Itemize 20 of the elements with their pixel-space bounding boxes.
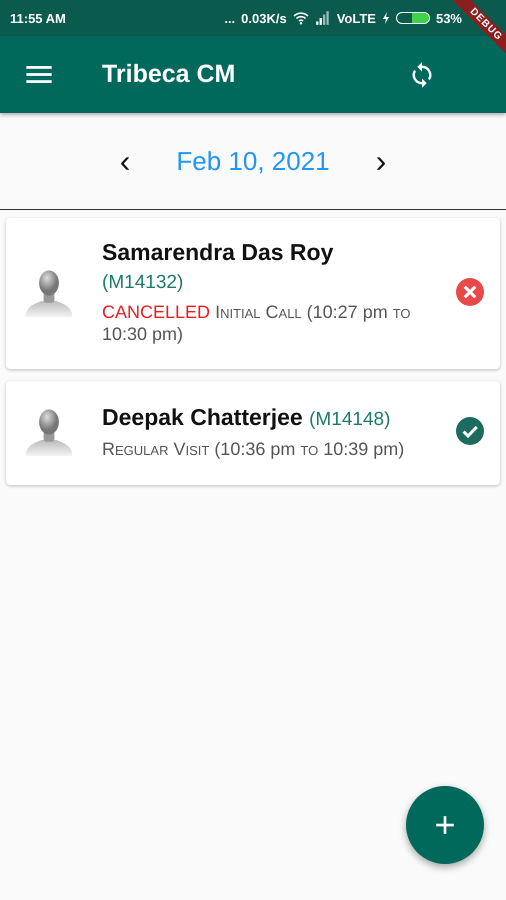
network-speed: 0.03K/s	[241, 10, 287, 26]
visit-detail: CANCELLED Initial Call (10:27 pm to 10:30 pm)	[102, 301, 412, 345]
add-button[interactable]: +	[406, 786, 484, 864]
visit-detail: Regular Visit (10:36 pm to 10:39 pm)	[102, 438, 406, 460]
wifi-icon	[292, 11, 309, 25]
signal-icon	[314, 11, 331, 25]
visit-card[interactable]: Deepak Chatterjee (M14148) Regular Visit (10:36 pm to 10:39 pm)	[6, 381, 500, 485]
previous-day-button[interactable]: ‹	[110, 145, 140, 177]
next-day-button[interactable]: ›	[366, 145, 396, 177]
member-name: Samarendra Das Roy (M14132)	[102, 238, 334, 295]
visit-card[interactable]: Samarendra Das Roy (M14132) CANCELLED Initial Call (10:27 pm to 10:30 pm)	[6, 218, 500, 369]
menu-icon[interactable]	[26, 65, 52, 84]
clock-time: 11:55 AM	[10, 10, 66, 26]
battery-percent: 53%	[436, 10, 462, 26]
member-name: Deepak Chatterjee (M14148)	[102, 402, 392, 432]
notification-dots: ...	[224, 10, 236, 26]
app-title: Tribeca CM	[102, 60, 236, 89]
network-type: VoLTE	[336, 10, 376, 26]
battery-icon	[396, 12, 430, 24]
charging-icon	[382, 12, 390, 24]
